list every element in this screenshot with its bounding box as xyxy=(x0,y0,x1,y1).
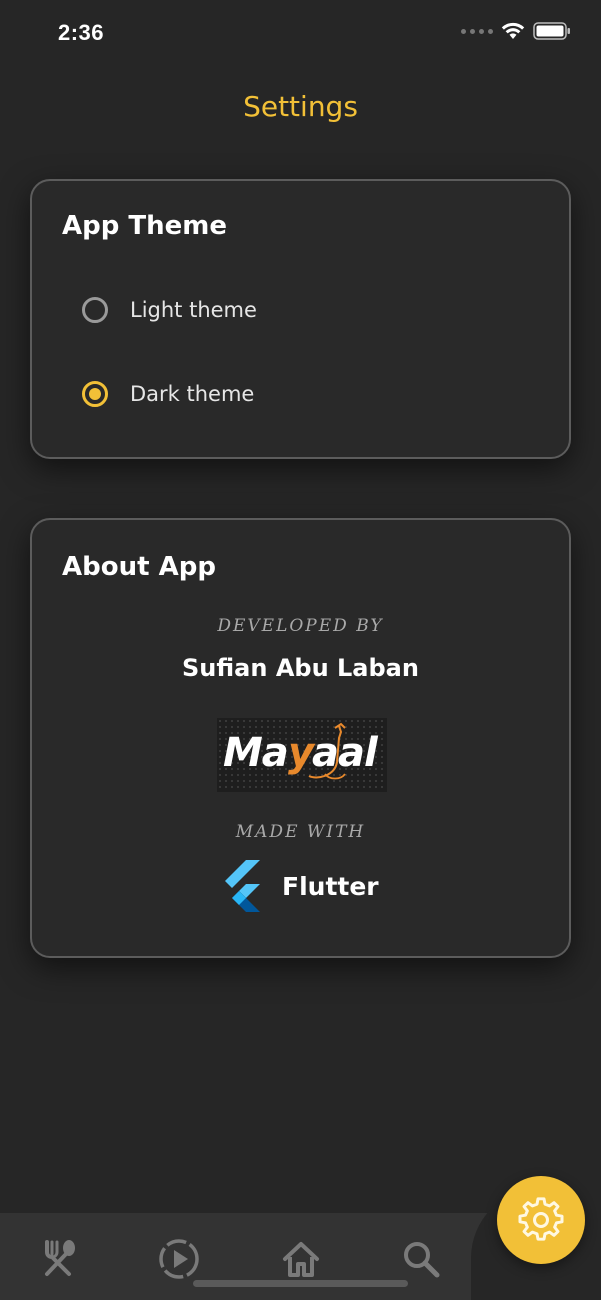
light-theme-radio[interactable] xyxy=(82,297,108,323)
light-theme-option[interactable]: Light theme xyxy=(82,297,257,323)
developer-name: Sufian Abu Laban xyxy=(182,654,419,682)
dark-theme-label: Dark theme xyxy=(130,382,255,406)
light-theme-label: Light theme xyxy=(130,298,257,322)
developed-by-caption: DEVELOPED BY xyxy=(217,616,384,636)
made-with-caption: MADE WITH xyxy=(235,822,366,842)
status-time: 2:36 xyxy=(58,20,105,45)
search-icon xyxy=(404,1242,440,1278)
status-bar: 2:36 xyxy=(0,0,601,66)
settings-fab-button[interactable] xyxy=(497,1176,585,1264)
flutter-logo-icon xyxy=(225,860,260,912)
about-app-title: About App xyxy=(62,552,216,582)
svg-text:aal: aal xyxy=(312,730,379,776)
play-circle-icon xyxy=(159,1239,199,1279)
nav-videos-button[interactable] xyxy=(157,1237,201,1281)
svg-text:Ma: Ma xyxy=(223,730,288,776)
app-theme-card: App Theme Light theme Dark theme xyxy=(30,179,571,459)
flutter-label: Flutter xyxy=(282,871,379,901)
nav-home-button[interactable] xyxy=(279,1237,323,1281)
wifi-icon xyxy=(501,22,525,39)
settings-screen: 2:36 Settings App Theme Light theme Dark… xyxy=(0,0,601,1300)
dark-theme-radio[interactable] xyxy=(82,381,108,407)
home-indicator[interactable] xyxy=(193,1280,408,1287)
home-icon xyxy=(283,1242,319,1277)
page-title: Settings xyxy=(243,90,358,123)
mayaal-logo: Ma y aal xyxy=(217,718,387,792)
nav-search-button[interactable] xyxy=(399,1237,443,1281)
battery-icon xyxy=(533,22,570,40)
about-app-card: About App DEVELOPED BY Sufian Abu Laban … xyxy=(30,518,571,958)
settings-gear-icon xyxy=(518,1197,564,1241)
nav-restaurant-button[interactable] xyxy=(38,1237,82,1281)
app-theme-title: App Theme xyxy=(62,211,228,241)
cellular-signal-icon xyxy=(461,28,493,34)
made-with-flutter: Flutter xyxy=(220,860,379,912)
dark-theme-option[interactable]: Dark theme xyxy=(82,381,254,407)
status-icons xyxy=(461,22,571,40)
restaurant-icon xyxy=(45,1240,75,1276)
